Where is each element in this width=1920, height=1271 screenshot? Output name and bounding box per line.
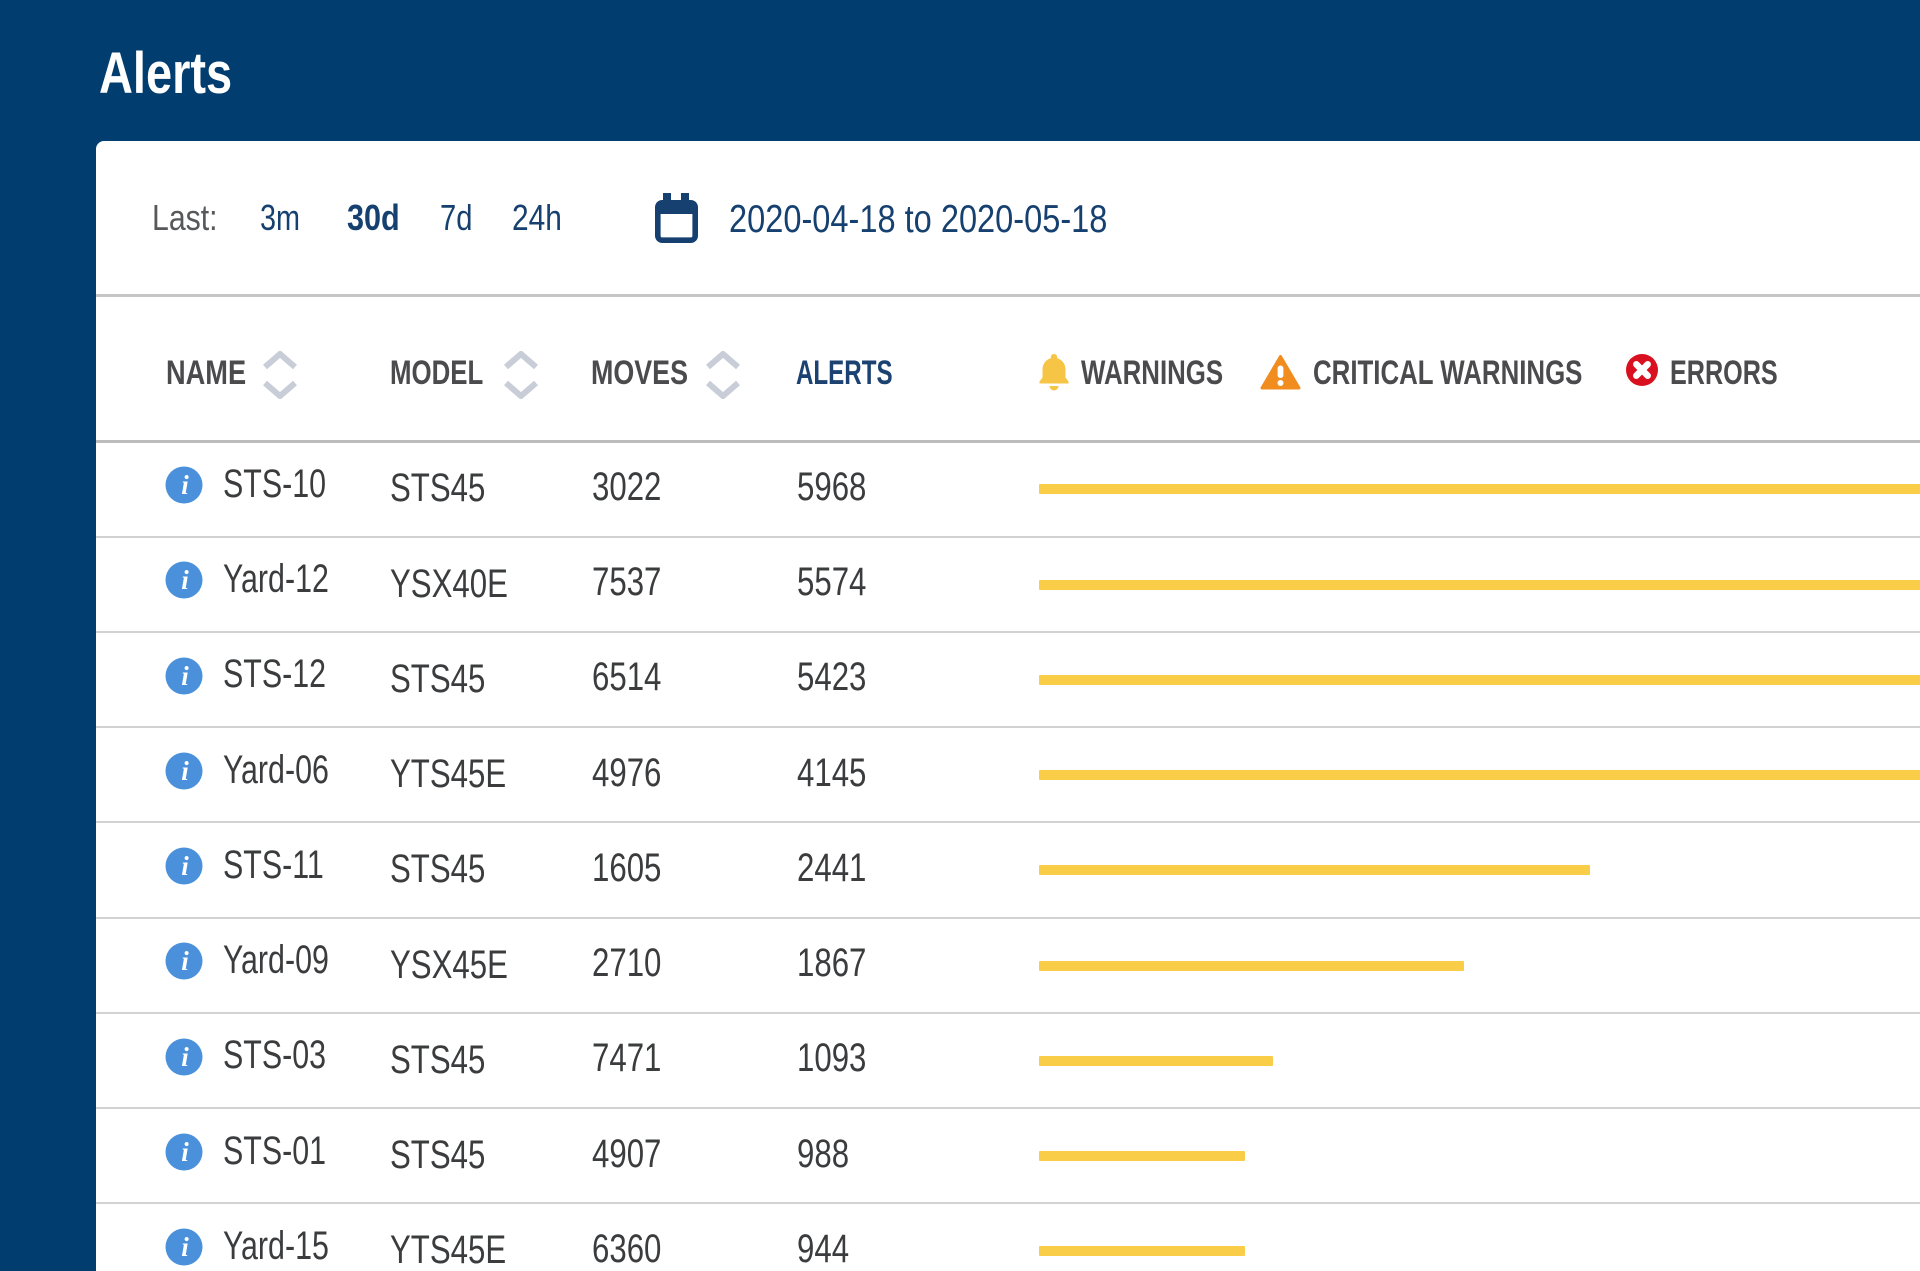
svg-text:i: i xyxy=(181,851,189,881)
svg-text:i: i xyxy=(181,565,189,595)
svg-text:i: i xyxy=(181,1232,189,1262)
svg-text:i: i xyxy=(181,661,189,691)
svg-text:i: i xyxy=(181,1137,189,1167)
svg-text:i: i xyxy=(181,946,189,976)
svg-text:i: i xyxy=(181,1042,189,1072)
svg-text:i: i xyxy=(181,756,189,786)
svg-text:i: i xyxy=(181,470,189,500)
